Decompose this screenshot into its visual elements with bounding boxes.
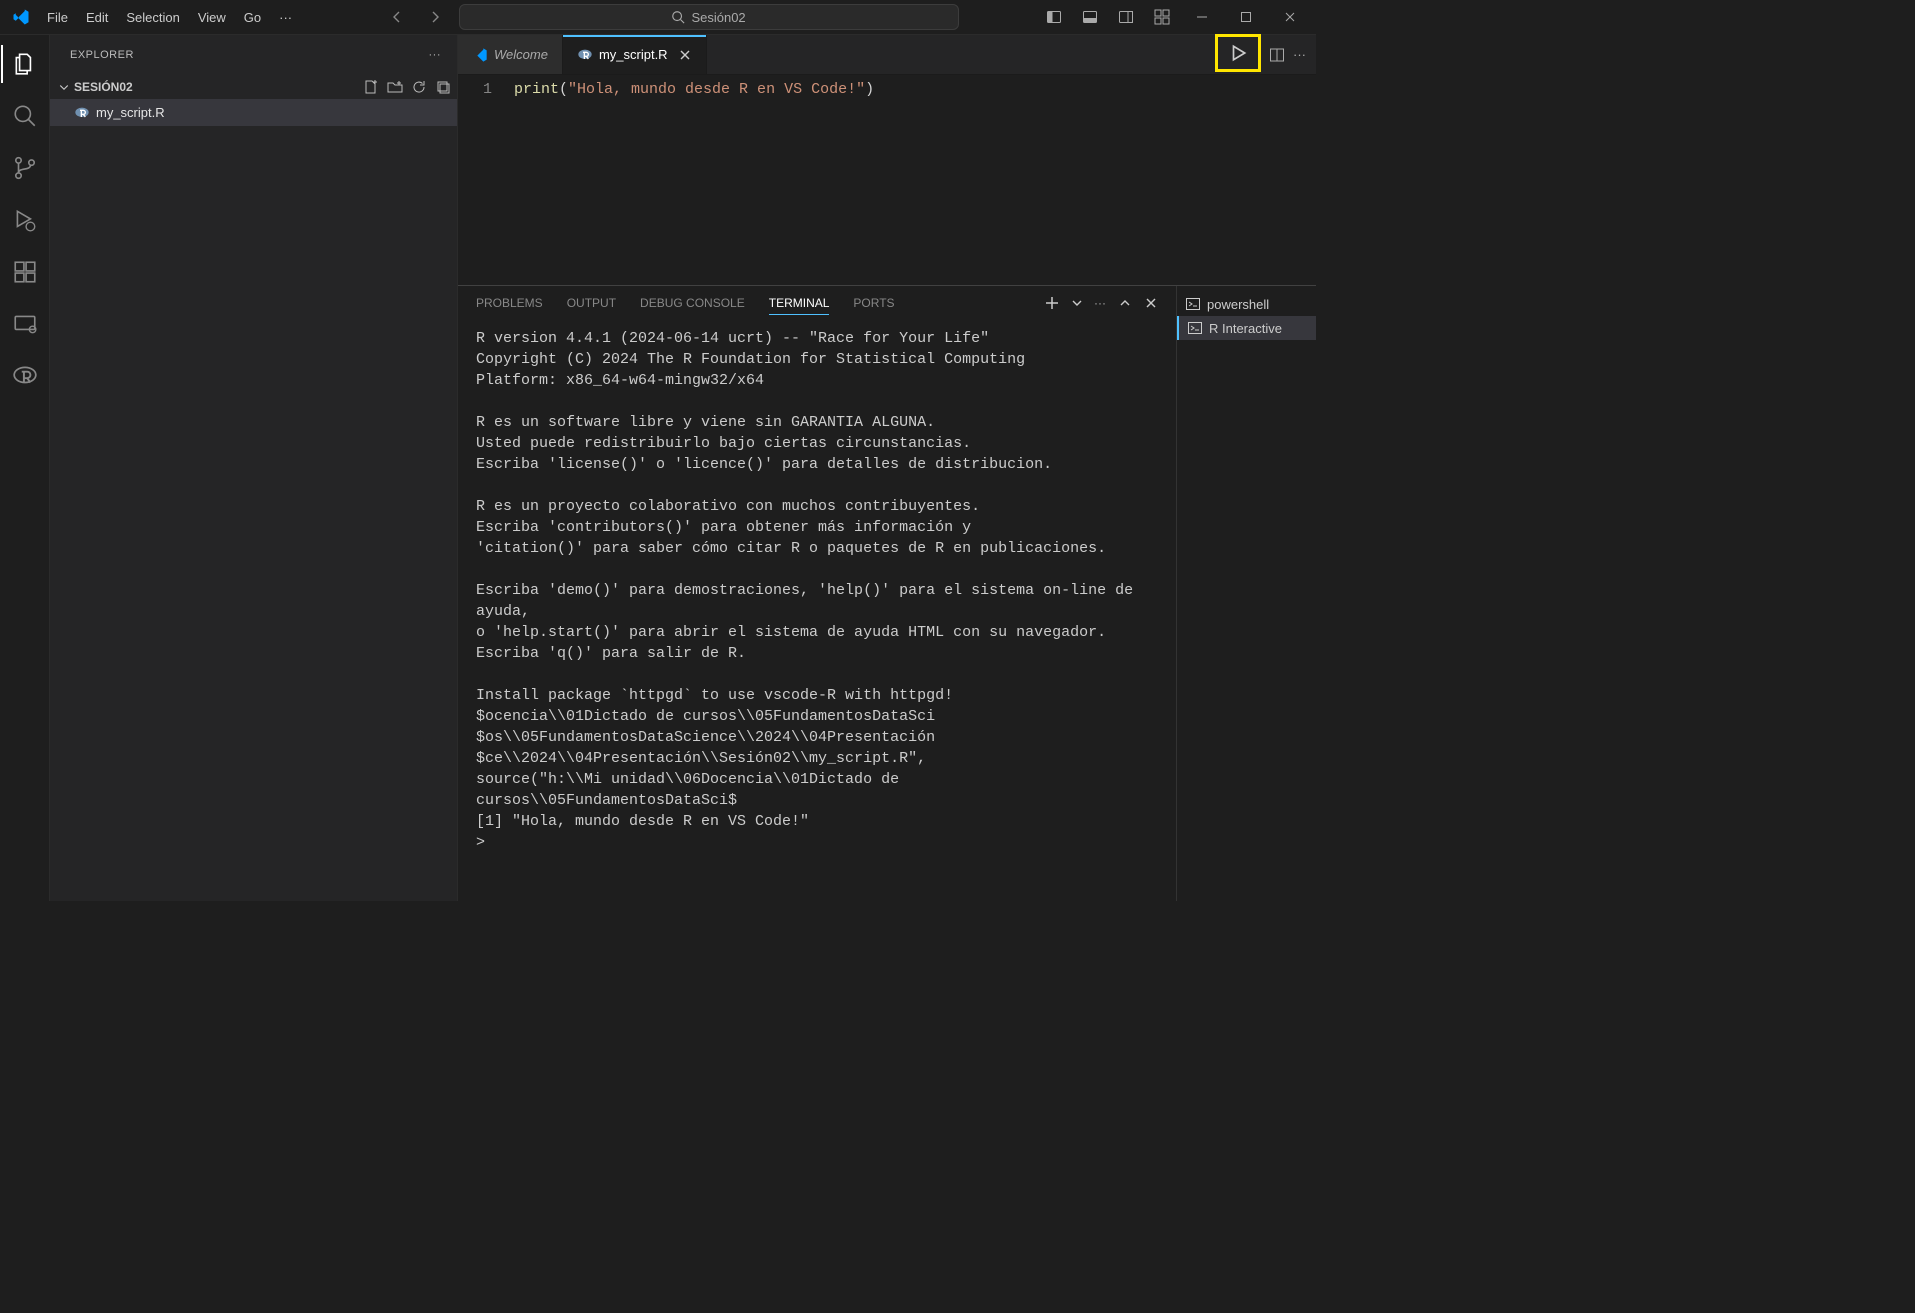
panel-tab-output[interactable]: OUTPUT bbox=[567, 292, 616, 314]
extensions-icon bbox=[12, 259, 38, 285]
menu-edit[interactable]: Edit bbox=[77, 6, 117, 29]
window-maximize[interactable] bbox=[1228, 5, 1264, 29]
panel-tab-terminal[interactable]: TERMINAL bbox=[769, 292, 830, 315]
panel-maximize-icon[interactable] bbox=[1118, 296, 1132, 310]
search-icon bbox=[671, 10, 685, 24]
menu-file[interactable]: File bbox=[38, 6, 77, 29]
file-name: my_script.R bbox=[96, 105, 165, 120]
panel-close-icon[interactable] bbox=[1144, 296, 1158, 310]
window-close[interactable] bbox=[1272, 5, 1308, 29]
terminal-item-powershell[interactable]: powershell bbox=[1177, 292, 1316, 316]
explorer-more-icon[interactable]: ··· bbox=[429, 49, 442, 61]
r-lang-icon bbox=[12, 363, 38, 389]
tab-welcome-label: Welcome bbox=[494, 47, 548, 62]
nav-back-icon[interactable] bbox=[383, 5, 411, 29]
terminal-icon bbox=[1185, 296, 1201, 312]
branch-icon bbox=[12, 155, 38, 181]
files-icon bbox=[12, 51, 38, 77]
layout-panel-icon[interactable] bbox=[1076, 5, 1104, 29]
play-bug-icon bbox=[12, 207, 38, 233]
panel: PROBLEMS OUTPUT DEBUG CONSOLE TERMINAL P… bbox=[458, 285, 1316, 901]
new-folder-icon[interactable] bbox=[387, 79, 403, 95]
panel-tabs: PROBLEMS OUTPUT DEBUG CONSOLE TERMINAL P… bbox=[458, 286, 1176, 320]
panel-tab-debug-console[interactable]: DEBUG CONSOLE bbox=[640, 292, 745, 314]
file-item-my-script[interactable]: my_script.R bbox=[50, 99, 457, 126]
activity-extensions[interactable] bbox=[1, 249, 49, 295]
search-icon bbox=[12, 103, 38, 129]
command-center[interactable]: Sesión02 bbox=[459, 4, 959, 30]
folder-name: SESIÓN02 bbox=[74, 80, 133, 94]
tab-welcome[interactable]: Welcome bbox=[458, 35, 563, 74]
folder-header[interactable]: SESIÓN02 bbox=[50, 75, 457, 99]
r-file-icon bbox=[74, 105, 90, 121]
terminal-item-label: powershell bbox=[1207, 297, 1269, 312]
new-file-icon[interactable] bbox=[363, 79, 379, 95]
terminal-item-r-interactive[interactable]: R Interactive bbox=[1177, 316, 1316, 340]
close-icon[interactable] bbox=[678, 48, 692, 62]
refresh-icon[interactable] bbox=[411, 79, 427, 95]
code-line: print("Hola, mundo desde R en VS Code!") bbox=[514, 75, 874, 285]
editor-more-icon[interactable]: ··· bbox=[1293, 47, 1306, 62]
tab-my-script[interactable]: my_script.R bbox=[563, 35, 707, 74]
menu-view[interactable]: View bbox=[189, 6, 235, 29]
terminal-output[interactable]: R version 4.4.1 (2024-06-14 ucrt) -- "Ra… bbox=[458, 320, 1176, 901]
code-editor[interactable]: 1 print("Hola, mundo desde R en VS Code!… bbox=[458, 75, 1316, 285]
split-editor-icon[interactable] bbox=[1269, 47, 1285, 63]
activity-run-debug[interactable] bbox=[1, 197, 49, 243]
activity-search[interactable] bbox=[1, 93, 49, 139]
layout-sidebar-right-icon[interactable] bbox=[1112, 5, 1140, 29]
activity-source-control[interactable] bbox=[1, 145, 49, 191]
layout-sidebar-left-icon[interactable] bbox=[1040, 5, 1068, 29]
panel-tab-problems[interactable]: PROBLEMS bbox=[476, 292, 543, 314]
panel-more-icon[interactable]: ··· bbox=[1094, 296, 1106, 310]
chevron-down-icon bbox=[58, 81, 70, 93]
customize-layout-icon[interactable] bbox=[1148, 5, 1176, 29]
window-minimize[interactable] bbox=[1184, 5, 1220, 29]
explorer-title: EXPLORER bbox=[70, 49, 134, 61]
run-button-highlighted[interactable] bbox=[1215, 34, 1261, 72]
activity-r[interactable] bbox=[1, 353, 49, 399]
editor-tabs: Welcome my_script.R ··· bbox=[458, 35, 1316, 75]
terminal-icon bbox=[1187, 320, 1203, 336]
tab-script-label: my_script.R bbox=[599, 47, 668, 62]
gutter: 1 bbox=[458, 75, 514, 285]
editor-group: Welcome my_script.R ··· 1 bbox=[458, 35, 1316, 901]
titlebar: File Edit Selection View Go ··· Sesión02 bbox=[0, 0, 1316, 35]
activity-bar bbox=[0, 35, 50, 901]
activity-remote[interactable] bbox=[1, 301, 49, 347]
vscode-logo-icon bbox=[8, 8, 38, 26]
explorer-sidebar: EXPLORER ··· SESIÓN02 my_script.R bbox=[50, 35, 458, 901]
panel-tab-ports[interactable]: PORTS bbox=[853, 292, 894, 314]
vscode-small-icon bbox=[472, 47, 488, 63]
activity-explorer[interactable] bbox=[1, 41, 49, 87]
terminal-dropdown-icon[interactable] bbox=[1072, 298, 1082, 308]
remote-icon bbox=[12, 311, 38, 337]
terminal-list: powershell R Interactive bbox=[1176, 286, 1316, 901]
menu-more[interactable]: ··· bbox=[270, 6, 301, 29]
nav-forward-icon[interactable] bbox=[421, 5, 449, 29]
collapse-all-icon[interactable] bbox=[435, 79, 451, 95]
menu-selection[interactable]: Selection bbox=[117, 6, 188, 29]
command-center-text: Sesión02 bbox=[691, 10, 745, 25]
new-terminal-icon[interactable] bbox=[1044, 295, 1060, 311]
terminal-item-label: R Interactive bbox=[1209, 321, 1282, 336]
play-icon bbox=[1229, 44, 1247, 62]
menu-go[interactable]: Go bbox=[235, 6, 270, 29]
line-number: 1 bbox=[458, 79, 492, 101]
r-file-icon bbox=[577, 47, 593, 63]
